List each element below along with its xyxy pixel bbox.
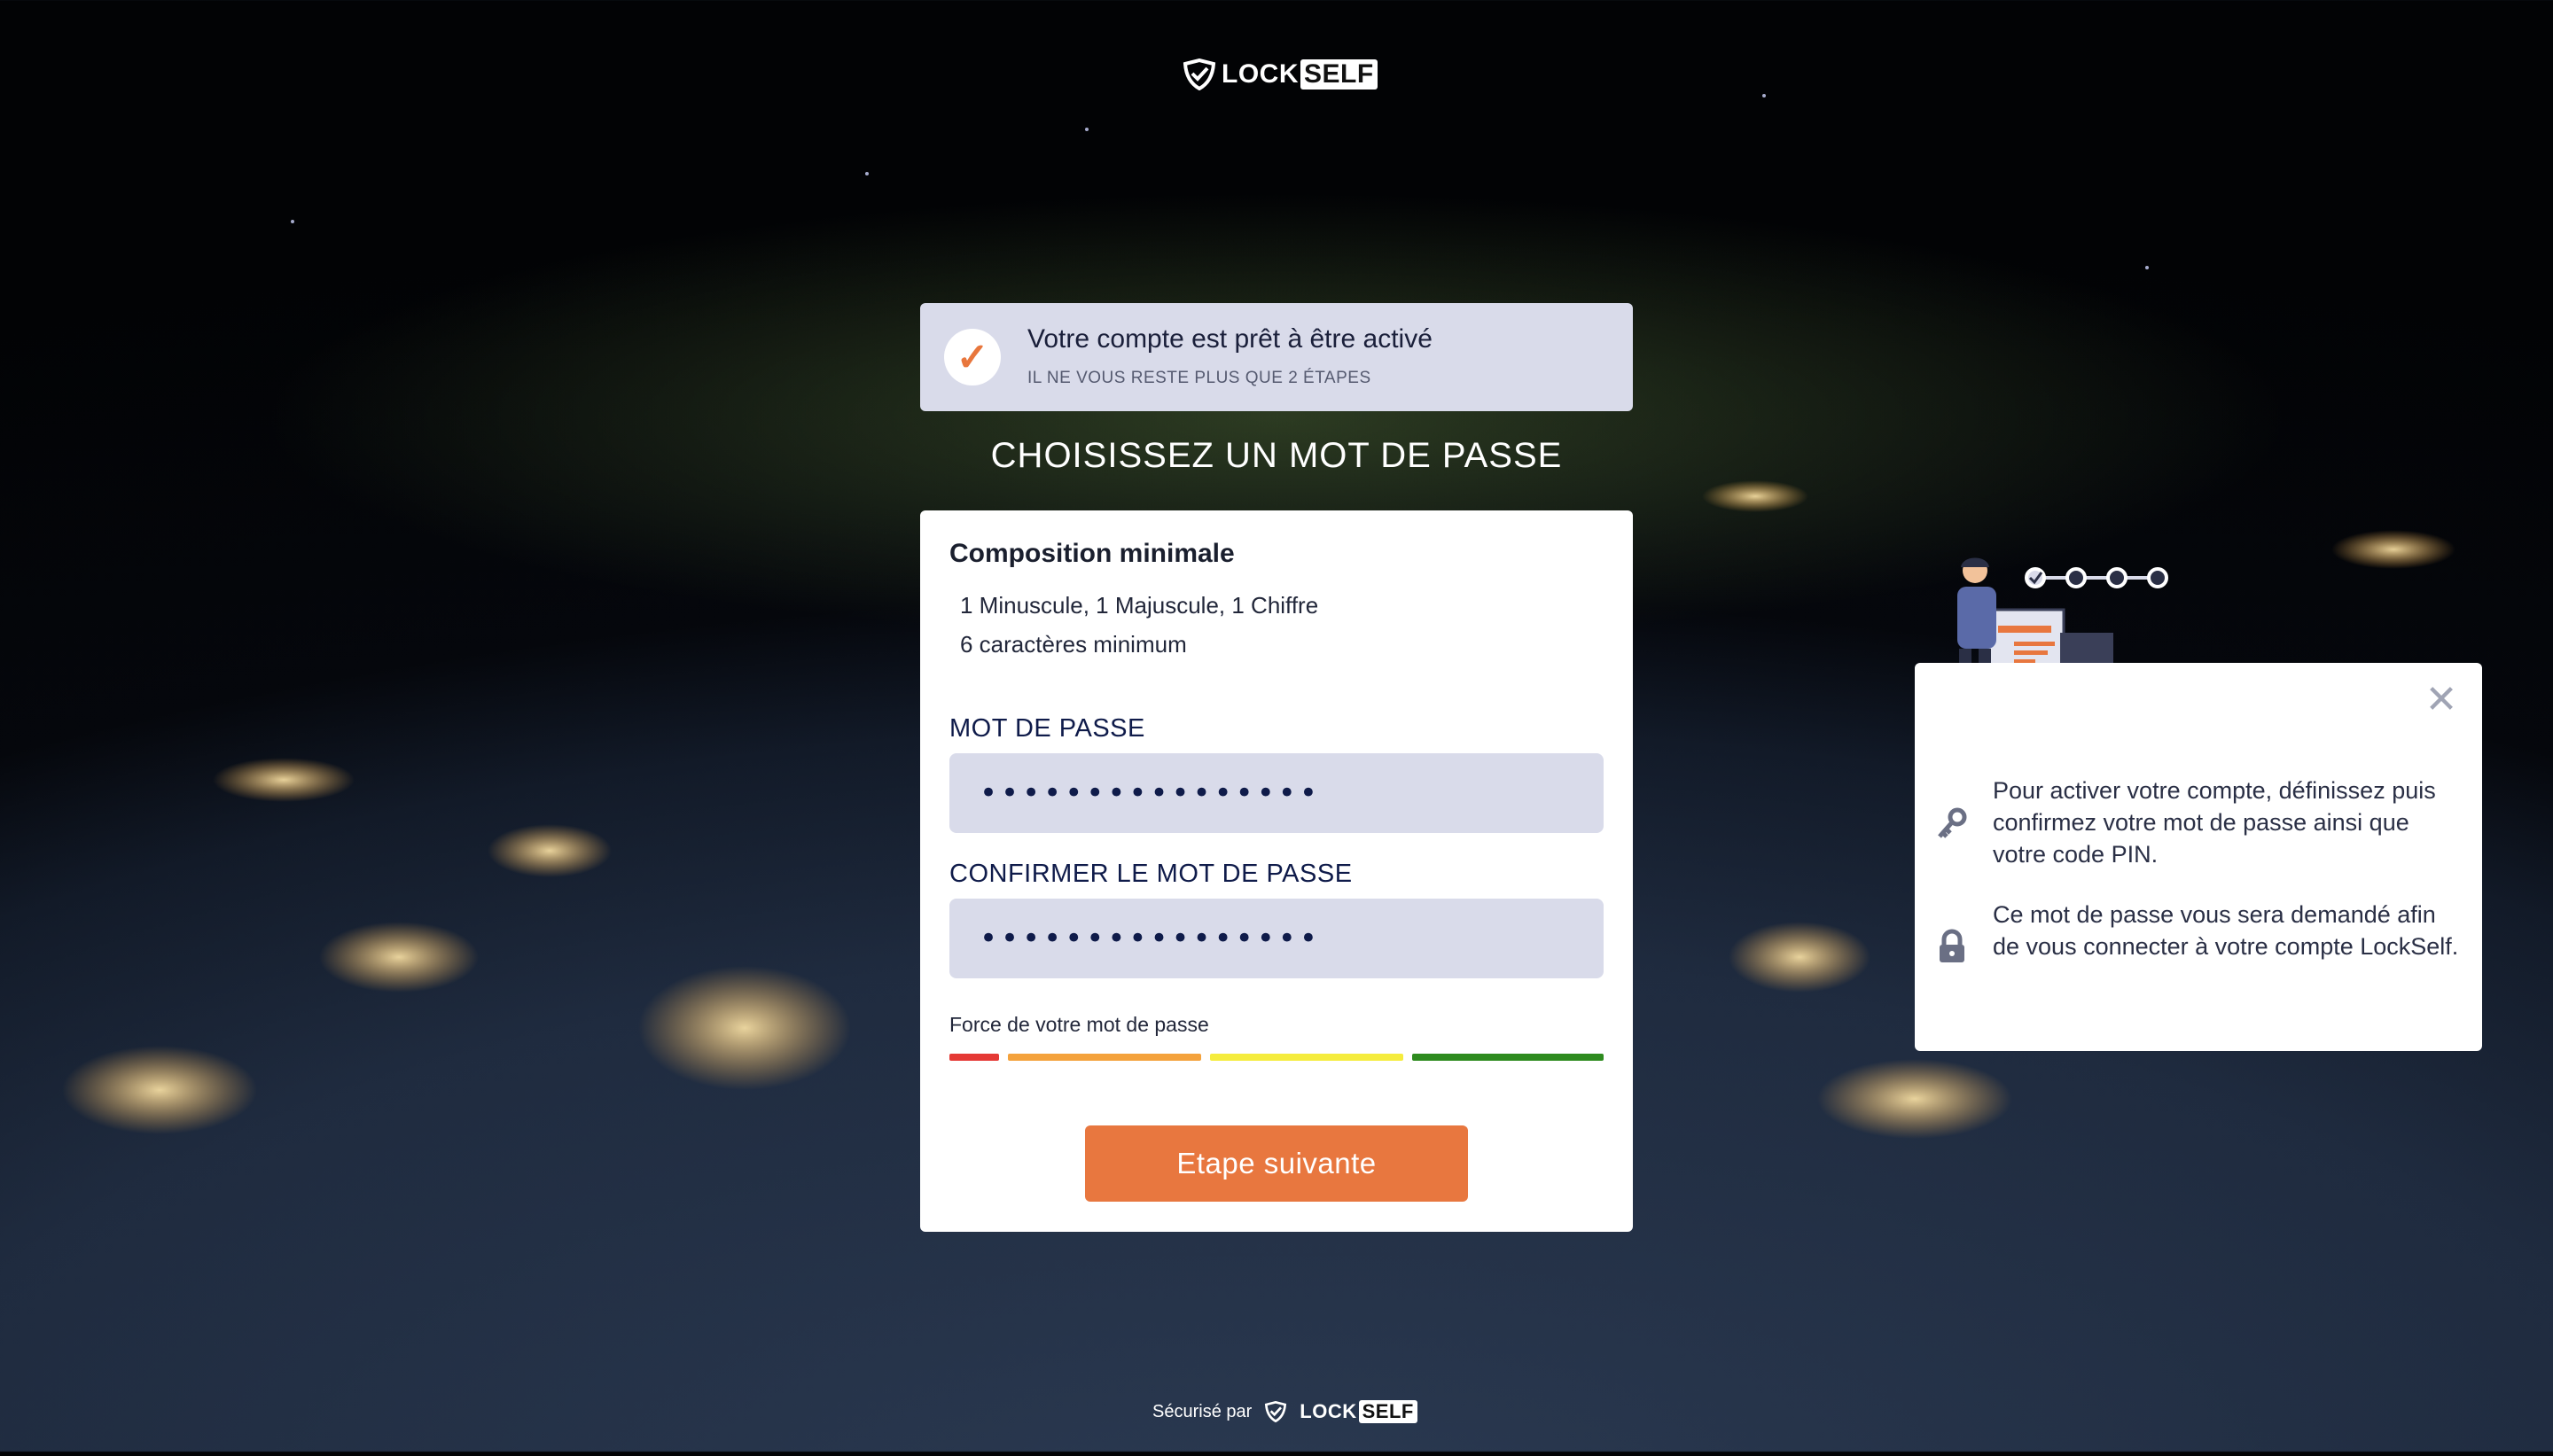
password-label: MOT DE PASSE: [949, 714, 1145, 743]
help-text-login: Ce mot de passe vous sera demandé afin d…: [1993, 901, 2459, 960]
star: [865, 172, 869, 175]
footer-brand-wordmark: LOCK SELF: [1300, 1400, 1417, 1423]
footer-secured-by: Sécurisé par LOCK SELF: [1152, 1400, 1417, 1423]
strength-bar-weak: [949, 1054, 999, 1061]
brand-self-text: SELF: [1358, 1400, 1417, 1423]
shield-check-icon: [1183, 58, 1216, 90]
close-icon[interactable]: ✕: [2422, 681, 2461, 720]
rule-item: 1 Minuscule, 1 Majuscule, 1 Chiffre: [960, 592, 1319, 619]
shield-check-icon: [1265, 1401, 1287, 1422]
strength-bar-fair: [1008, 1054, 1201, 1061]
star: [1085, 128, 1089, 131]
rule-item: 6 caractères minimum: [960, 631, 1187, 658]
next-step-button[interactable]: Etape suivante: [1085, 1125, 1468, 1202]
confirm-password-input[interactable]: ••••••••••••••••: [949, 899, 1604, 978]
confirm-password-label: CONFIRMER LE MOT DE PASSE: [949, 860, 1353, 888]
star: [1762, 94, 1766, 97]
check-icon: ✓: [944, 329, 1001, 385]
help-text-activation: Pour activer votre compte, définissez pu…: [1993, 777, 2436, 868]
activation-banner: ✓ Votre compte est prêt à être activé IL…: [920, 303, 1633, 411]
brand-lock-text: LOCK: [1222, 59, 1299, 89]
password-form-card: Composition minimale 1 Minuscule, 1 Maju…: [920, 510, 1633, 1232]
banner-subtitle: IL NE VOUS RESTE PLUS QUE 2 ÉTAPES: [1027, 369, 1371, 387]
banner-title: Votre compte est prêt à être activé: [1027, 324, 1433, 354]
strength-bar-good: [1210, 1054, 1403, 1061]
composition-title: Composition minimale: [949, 539, 1235, 568]
secured-by-text: Sécurisé par: [1152, 1401, 1253, 1421]
star: [2145, 266, 2149, 269]
star: [291, 220, 294, 223]
brand-self-text: SELF: [1300, 59, 1378, 90]
brand-logo: LOCK SELF: [1183, 58, 1378, 90]
password-input[interactable]: ••••••••••••••••: [949, 753, 1604, 833]
strength-bar-strong: [1412, 1054, 1604, 1061]
help-panel: ✕ Pour activer votre compte, définissez …: [1915, 663, 2482, 1051]
page-title: CHOISISSEZ UN MOT DE PASSE: [990, 436, 1563, 475]
strength-label: Force de votre mot de passe: [949, 1013, 1209, 1036]
brand-lock-text: LOCK: [1300, 1400, 1357, 1422]
key-icon: [1938, 807, 1967, 838]
brand-wordmark: LOCK SELF: [1222, 59, 1378, 90]
lock-icon: [1940, 929, 1964, 962]
